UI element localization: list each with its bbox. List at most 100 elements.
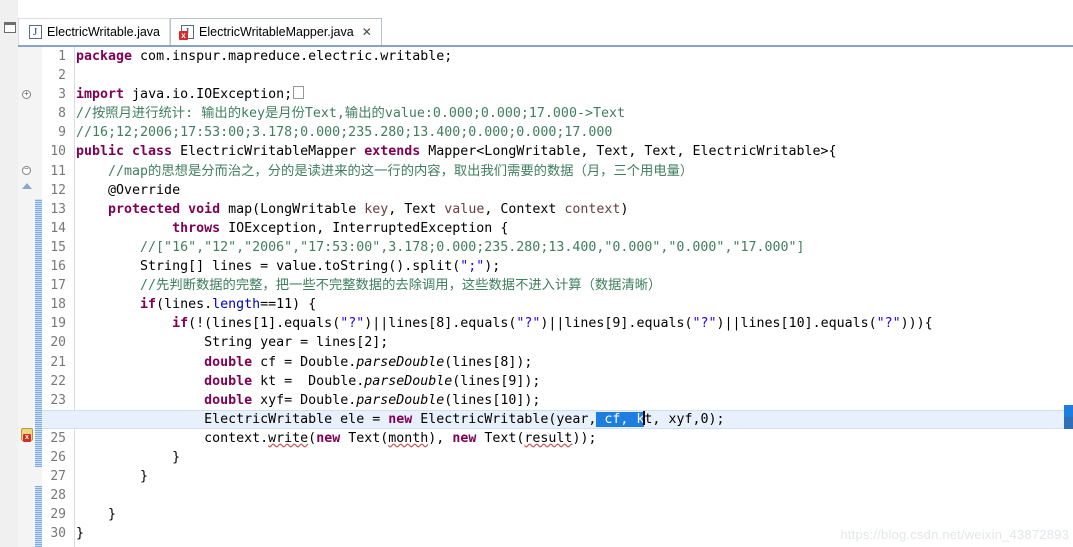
overview-selection-mark-secondary[interactable] xyxy=(1064,417,1073,429)
fold-collapse-icon-line12[interactable] xyxy=(22,166,31,175)
tab-electric-writable-mapper[interactable]: ElectricWritableMapper.java ✕ xyxy=(170,18,382,46)
close-icon[interactable]: ✕ xyxy=(362,26,372,38)
code-token-kw: import xyxy=(76,87,125,103)
line-number: 9 xyxy=(58,125,66,141)
code-line[interactable]: //["16","12","2006","17:53:00",3.178;0.0… xyxy=(76,238,1073,257)
code-line[interactable]: context.write(new Text(month), new Text(… xyxy=(76,429,1073,448)
code-line[interactable]: String year = lines[2]; xyxy=(76,333,1073,352)
overview-selection-mark[interactable] xyxy=(1064,405,1073,417)
tab-electric-writable[interactable]: ElectricWritable.java xyxy=(18,18,171,46)
code-token-plain: (lines[10]); xyxy=(444,392,541,408)
code-line[interactable]: double kt = Double.parseDouble(lines[9])… xyxy=(76,372,1073,391)
line-number: 10 xyxy=(50,144,66,160)
code-token-str: "?" xyxy=(516,316,541,332)
folded-import-placeholder[interactable] xyxy=(293,86,305,100)
code-token-kw: if xyxy=(140,297,157,313)
code-token-plain: (!(lines[1].equals( xyxy=(188,316,341,332)
code-token-kw: throws xyxy=(172,220,221,236)
annotation-ruler[interactable] xyxy=(18,47,36,547)
code-token-plain: java.io.IOException; xyxy=(124,87,293,103)
code-line[interactable]: @Override xyxy=(76,181,1073,200)
code-line[interactable]: package com.inspur.mapreduce.electric.wr… xyxy=(76,47,1073,66)
line-number: 26 xyxy=(50,449,66,465)
code-token-kw: if xyxy=(172,316,189,332)
code-token-cmt: //按照月进行统计: 输出的key是月份Text,输出的value:0.000;… xyxy=(76,106,625,122)
error-marker-icon-line25[interactable] xyxy=(21,428,33,442)
code-line[interactable]: double xyf= Double.parseDouble(lines[10]… xyxy=(76,391,1073,410)
line-number: 23 xyxy=(50,392,66,408)
left-rail xyxy=(0,0,19,547)
line-number: 18 xyxy=(50,297,66,313)
code-line[interactable]: //先判断数据的完整，把一些不完整数据的去除调用，这些数据不进入计算（数据清晰） xyxy=(76,276,1073,295)
code-token-kw: protected void xyxy=(108,201,221,217)
code-line[interactable]: ElectricWritable ele = new ElectricWrita… xyxy=(76,410,1073,429)
line-number: 12 xyxy=(50,182,66,198)
code-line[interactable]: } xyxy=(76,467,1073,486)
code-token-squig: result xyxy=(524,430,573,446)
code-token-kw: new xyxy=(316,430,341,446)
code-token-plain: (lines. xyxy=(156,297,213,313)
code-line[interactable]: } xyxy=(76,448,1073,467)
code-token-cmt: //先判断数据的完整，把一些不完整数据的去除调用，这些数据不进入计算（数据清晰） xyxy=(76,278,662,294)
code-editor[interactable]: 1238910111213141516171819202122232425262… xyxy=(18,47,1073,547)
watermark: https://blog.csdn.net/weixin_43872893 xyxy=(840,527,1069,542)
code-token-str: "?" xyxy=(692,316,717,332)
code-line[interactable]: public class ElectricWritableMapper exte… xyxy=(76,142,1073,161)
code-token-plain: (lines[8]); xyxy=(444,354,533,370)
code-token-fld: length xyxy=(212,297,261,313)
line-number: 2 xyxy=(58,68,66,84)
line-number: 22 xyxy=(50,373,66,389)
editor-window: ElectricWritable.java ElectricWritableMa… xyxy=(0,0,1073,547)
code-token-plain: ( xyxy=(308,430,317,446)
code-token-plain: xyf= Double. xyxy=(252,392,357,408)
line-number: 21 xyxy=(50,354,66,370)
restore-view-icon[interactable] xyxy=(4,22,16,33)
change-bar-segment xyxy=(35,486,42,547)
code-token-plain: String year = lines[2]; xyxy=(76,335,389,351)
fold-expand-icon-line3[interactable] xyxy=(22,90,31,99)
code-line[interactable]: import java.io.IOException; xyxy=(76,85,1073,104)
code-line[interactable] xyxy=(76,486,1073,505)
code-token-plain: ElectricWritable ele = xyxy=(76,411,389,427)
code-token-kw: double xyxy=(204,354,253,370)
fold-arrow-icon-line13[interactable] xyxy=(22,183,32,189)
code-token-plain: Text( xyxy=(340,430,389,446)
code-token-plain: context. xyxy=(76,430,269,446)
code-line[interactable]: throws IOException, InterruptedException… xyxy=(76,219,1073,238)
code-line[interactable]: if(!(lines[1].equals("?")||lines[8].equa… xyxy=(76,314,1073,333)
tab-label: ElectricWritable.java xyxy=(47,25,161,39)
code-token-plain: map(LongWritable xyxy=(220,201,365,217)
code-line[interactable]: //map的思想是分而治之，分的是读进来的这一行的内容，取出我们需要的数据（月，… xyxy=(76,162,1073,181)
code-token-squig: month xyxy=(388,430,429,446)
code-line[interactable] xyxy=(76,66,1073,85)
code-token-str: "?" xyxy=(876,316,901,332)
code-token-cmt: //16;12;2006;17:53:00;3.178;0.000;235.28… xyxy=(76,125,613,141)
code-content[interactable]: package com.inspur.mapreduce.electric.wr… xyxy=(76,47,1073,547)
code-token-kw: double xyxy=(204,392,253,408)
line-number-gutter: 1238910111213141516171819202122232425262… xyxy=(42,47,68,547)
change-bar xyxy=(35,47,42,547)
code-token-plain: ElectricWritableMapper xyxy=(172,144,365,160)
line-number: 19 xyxy=(50,316,66,332)
code-token-plain: kt = Double. xyxy=(252,373,365,389)
code-token-str: ";" xyxy=(460,259,485,275)
code-token-plain: } xyxy=(76,526,85,542)
code-token-kw: new xyxy=(388,411,413,427)
code-line[interactable]: double cf = Double.parseDouble(lines[8])… xyxy=(76,353,1073,372)
line-number: 28 xyxy=(50,488,66,504)
tab-strip: ElectricWritable.java ElectricWritableMa… xyxy=(18,18,382,46)
code-line[interactable]: String[] lines = value.toString().split(… xyxy=(76,257,1073,276)
code-token-plain: t, xyf,0); xyxy=(644,411,725,427)
code-line[interactable]: } xyxy=(76,505,1073,524)
code-line[interactable]: //16;12;2006;17:53:00;3.178;0.000;235.28… xyxy=(76,123,1073,142)
java-file-icon xyxy=(29,25,42,39)
code-line[interactable]: protected void map(LongWritable key, Tex… xyxy=(76,200,1073,219)
code-line[interactable]: if(lines.length==11) { xyxy=(76,295,1073,314)
code-line[interactable]: //按照月进行统计: 输出的key是月份Text,输出的value:0.000;… xyxy=(76,104,1073,123)
line-number: 30 xyxy=(50,526,66,542)
gutter-divider xyxy=(74,47,75,547)
